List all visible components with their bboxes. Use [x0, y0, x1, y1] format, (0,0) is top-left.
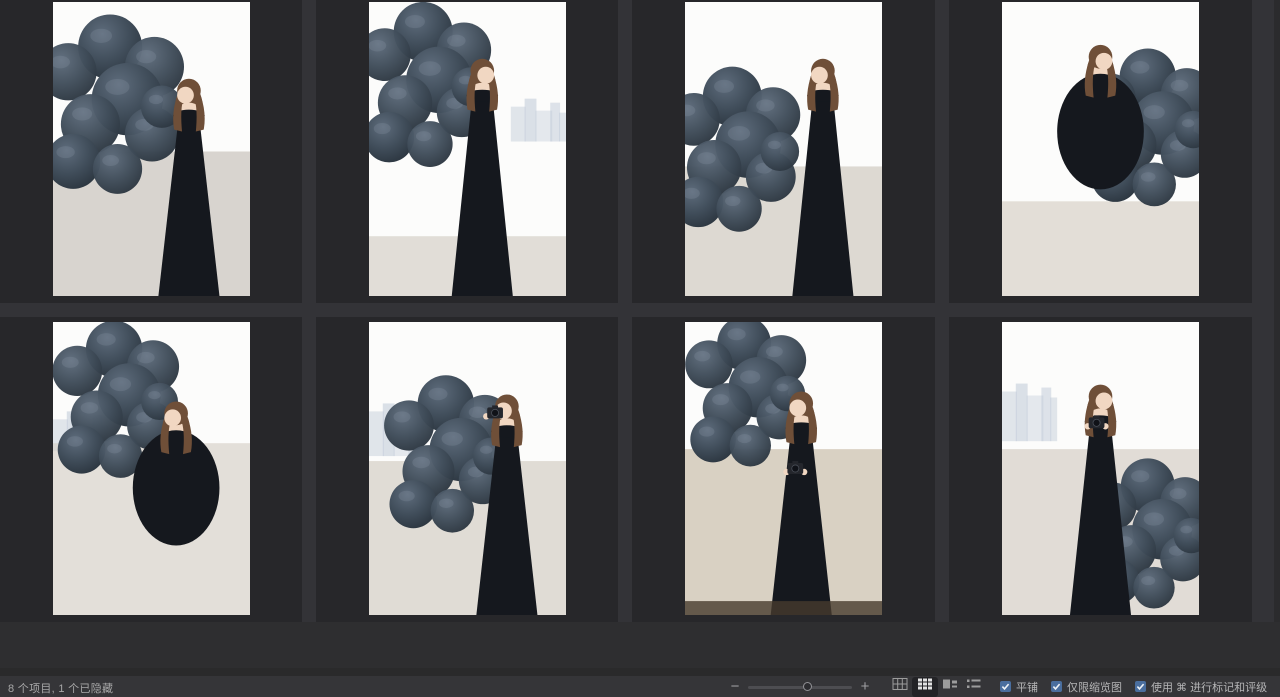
- checkbox-label: 平铺: [1016, 679, 1038, 695]
- display-option-3[interactable]: 使用 ⌘ 进行标记和评级: [1135, 679, 1267, 695]
- zoom-in-button[interactable]: +: [858, 680, 872, 694]
- photo-thumbnail: [685, 2, 882, 296]
- checkbox-icon: [1135, 681, 1146, 692]
- content-footer-spacer: [0, 622, 1280, 668]
- view-mode-button-detail-view[interactable]: [938, 677, 962, 697]
- zoom-out-button[interactable]: −: [728, 680, 742, 694]
- photo-thumbnail: [369, 2, 566, 296]
- checkbox-icon: [1051, 681, 1062, 692]
- grid-filled-icon: [917, 677, 933, 696]
- photo-cell[interactable]: [949, 0, 1252, 303]
- photo-cell[interactable]: [0, 0, 302, 303]
- photo-thumbnail: [53, 322, 250, 615]
- photo-cell[interactable]: [316, 317, 618, 622]
- statusbar-divider: [0, 668, 1280, 676]
- app-window: 8 个项目, 1 个已隐藏 − + 平铺 仅限缩览图 使用 ⌘ 进行标记和评级: [0, 0, 1280, 697]
- scrollbar-track[interactable]: [1274, 0, 1280, 668]
- photo-cell[interactable]: [632, 0, 935, 303]
- display-option-checkboxes: 平铺 仅限缩览图 使用 ⌘ 进行标记和评级: [1000, 679, 1267, 695]
- slider-handle[interactable]: [803, 682, 812, 691]
- photo-thumbnail: [1002, 2, 1199, 296]
- checkbox-label: 使用 ⌘ 进行标记和评级: [1151, 679, 1267, 695]
- display-option-2[interactable]: 仅限缩览图: [1051, 679, 1122, 695]
- view-mode-button-grid-view-large[interactable]: [888, 677, 912, 697]
- thumbnail-grid: [0, 0, 1280, 622]
- checkbox-icon: [1000, 681, 1011, 692]
- photo-thumbnail: [369, 322, 566, 615]
- photo-cell[interactable]: [632, 317, 935, 622]
- photo-cell[interactable]: [316, 0, 618, 303]
- status-bar: 8 个项目, 1 个已隐藏 − + 平铺 仅限缩览图 使用 ⌘ 进行标记和评级: [0, 676, 1280, 697]
- list-view-icon: [966, 677, 982, 696]
- photo-cell[interactable]: [0, 317, 302, 622]
- grid-outline-icon: [892, 677, 908, 696]
- view-mode-button-list-view[interactable]: [962, 677, 986, 697]
- slider-track: [748, 686, 852, 689]
- detail-view-icon: [942, 677, 958, 696]
- display-option-1[interactable]: 平铺: [1000, 679, 1038, 695]
- photo-cell[interactable]: [949, 317, 1252, 622]
- checkbox-label: 仅限缩览图: [1067, 679, 1122, 695]
- photo-thumbnail: [685, 322, 882, 615]
- view-mode-buttons: [888, 677, 986, 697]
- item-count-label: 8 个项目, 1 个已隐藏: [8, 680, 113, 696]
- thumbnail-size-slider[interactable]: [746, 677, 854, 697]
- bottom-toolbar: − + 平铺 仅限缩览图 使用 ⌘ 进行标记和评级: [728, 676, 1267, 697]
- view-mode-button-grid-view-small[interactable]: [912, 677, 938, 697]
- photo-thumbnail: [1002, 322, 1199, 615]
- photo-thumbnail: [53, 2, 250, 296]
